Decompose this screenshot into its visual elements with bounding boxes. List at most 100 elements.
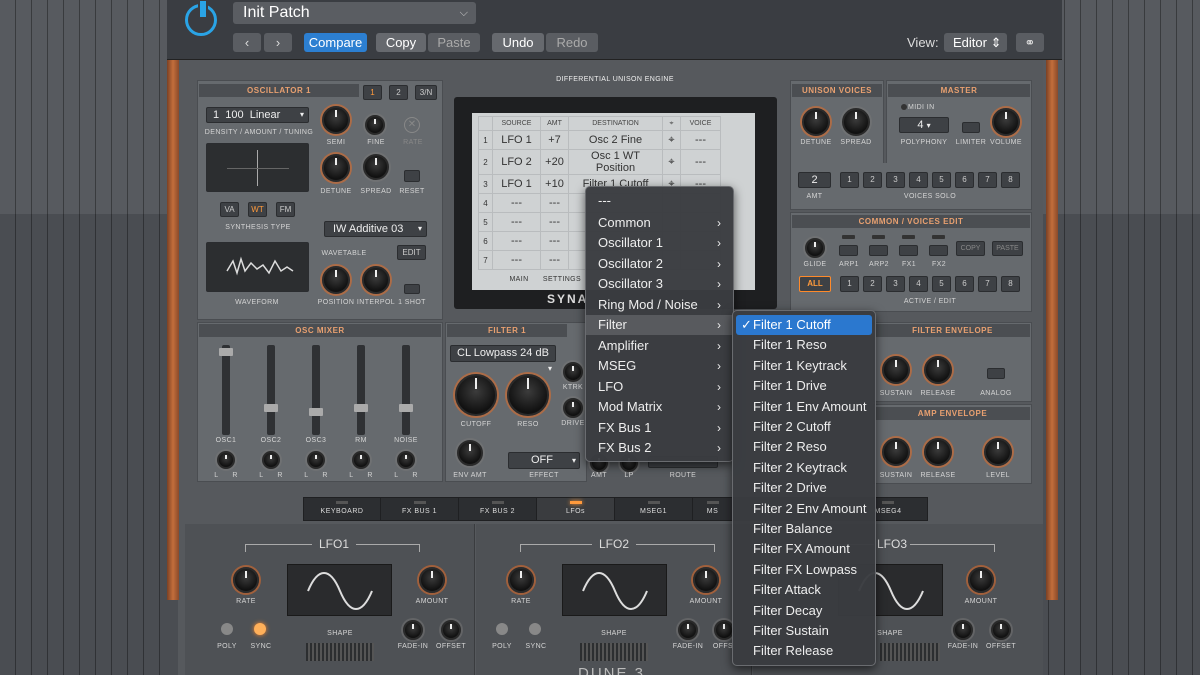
density-amount-tuning-field[interactable]: 1 100 Linear ▾: [206, 107, 309, 123]
menu-item-fx-bus-2[interactable]: FX Bus 2 ›: [586, 438, 733, 458]
edit-button[interactable]: EDIT: [397, 245, 426, 260]
crosshair-icon[interactable]: ⌖: [662, 130, 681, 150]
submenu-item-filter-attack[interactable]: Filter Attack: [733, 580, 875, 600]
voice-edit-button-6[interactable]: 6: [955, 276, 974, 292]
voice-solo-button-5[interactable]: 5: [932, 172, 951, 188]
lfo2-offset-knob[interactable]: [714, 620, 734, 640]
position-knob[interactable]: [322, 266, 350, 294]
osc-mode-2-button[interactable]: 2: [389, 85, 408, 100]
submenu-item-filter-release[interactable]: Filter Release: [733, 641, 875, 661]
fader-osc2[interactable]: [264, 345, 278, 435]
voice-solo-button-6[interactable]: 6: [955, 172, 974, 188]
voice-solo-button-4[interactable]: 4: [909, 172, 928, 188]
osc-mode-3n-button[interactable]: 3/N: [415, 85, 437, 100]
lfo1-amount-knob[interactable]: [419, 567, 445, 593]
matrix-source[interactable]: LFO 1: [492, 130, 541, 150]
voice-edit-button-7[interactable]: 7: [978, 276, 997, 292]
unison-spread-knob[interactable]: [842, 108, 870, 136]
arp1-button[interactable]: [839, 245, 858, 256]
copy-button[interactable]: Copy: [376, 33, 426, 52]
pan-knob-rm[interactable]: [352, 451, 370, 469]
redo-button[interactable]: Redo: [546, 33, 598, 52]
polyphony-field[interactable]: 4 ▾: [899, 117, 949, 133]
tab-fx-bus-2[interactable]: FX BUS 2: [459, 498, 537, 520]
submenu-item-filter-balance[interactable]: Filter Balance: [733, 519, 875, 539]
matrix-amount[interactable]: ---: [540, 212, 569, 232]
fader-osc3[interactable]: [309, 345, 323, 435]
glide-knob[interactable]: [805, 238, 825, 258]
synth-type-fm-button[interactable]: FM: [276, 202, 295, 217]
lfo1-rate-knob[interactable]: [233, 567, 259, 593]
spread-knob[interactable]: [363, 154, 389, 180]
matrix-voice[interactable]: ---: [680, 130, 721, 150]
voice-solo-button-2[interactable]: 2: [863, 172, 882, 188]
lfo3-fade-in-knob[interactable]: [953, 620, 973, 640]
drive-knob[interactable]: [563, 398, 583, 418]
lfo3-amount-knob[interactable]: [968, 567, 994, 593]
lfo3-offset-knob[interactable]: [991, 620, 1011, 640]
matrix-amount[interactable]: ---: [540, 231, 569, 251]
amp-release-knob[interactable]: [924, 438, 952, 466]
lfo2-fade-in-knob[interactable]: [678, 620, 698, 640]
tab-fx-bus-1[interactable]: FX BUS 1: [381, 498, 459, 520]
menu-item-oscillator-1[interactable]: Oscillator 1 ›: [586, 233, 733, 253]
fx1-button[interactable]: [899, 245, 918, 256]
lfo2-amount-knob[interactable]: [693, 567, 719, 593]
unison-detune-knob[interactable]: [802, 108, 830, 136]
voice-edit-button-1[interactable]: 1: [840, 276, 859, 292]
voice-edit-button-4[interactable]: 4: [909, 276, 928, 292]
paste-button[interactable]: Paste: [428, 33, 480, 52]
submenu-item-filter-1-env-amount[interactable]: Filter 1 Env Amount: [733, 397, 875, 417]
matrix-destination[interactable]: Osc 1 WT Position: [568, 149, 663, 175]
matrix-amount[interactable]: ---: [540, 193, 569, 213]
matrix-source[interactable]: ---: [492, 250, 541, 270]
tab-settings[interactable]: SETTINGS: [540, 276, 584, 283]
lfo1-shape-slider[interactable]: [306, 643, 374, 661]
table-row[interactable]: 2 LFO 2 +20 Osc 1 WT Position ⌖ ---: [478, 149, 721, 175]
menu-item-fx-bus-1[interactable]: FX Bus 1 ›: [586, 418, 733, 438]
cutoff-knob[interactable]: [455, 374, 497, 416]
menu-item-oscillator-3[interactable]: Oscillator 3 ›: [586, 274, 733, 294]
matrix-voice[interactable]: ---: [680, 149, 721, 175]
pan-knob-noise[interactable]: [397, 451, 415, 469]
table-row[interactable]: 1 LFO 1 +7 Osc 2 Fine ⌖ ---: [478, 130, 721, 150]
submenu-item-filter-1-reso[interactable]: Filter 1 Reso: [733, 335, 875, 355]
interpol-knob[interactable]: [362, 266, 390, 294]
compare-button[interactable]: Compare: [304, 33, 367, 52]
voice-edit-button-8[interactable]: 8: [1001, 276, 1020, 292]
voice-solo-button-3[interactable]: 3: [886, 172, 905, 188]
fader-cap[interactable]: [309, 408, 323, 416]
effect-select[interactable]: OFF ▾: [508, 452, 580, 469]
lfo2-sync-button[interactable]: [529, 623, 541, 635]
submenu-item-filter-2-env-amount[interactable]: Filter 2 Env Amount: [733, 499, 875, 519]
volume-knob[interactable]: [992, 108, 1020, 136]
menu-item-none[interactable]: ---: [586, 191, 733, 211]
tab-lfos[interactable]: LFOs: [537, 498, 615, 520]
unison-amt-field[interactable]: 2: [798, 172, 831, 188]
detune-knob[interactable]: [322, 154, 350, 182]
voices-copy-button[interactable]: COPY: [956, 241, 985, 256]
fader-cap[interactable]: [264, 404, 278, 412]
fader-rm[interactable]: [354, 345, 368, 435]
matrix-amount[interactable]: ---: [540, 250, 569, 270]
voice-solo-button-8[interactable]: 8: [1001, 172, 1020, 188]
menu-item-common[interactable]: Common ›: [586, 213, 733, 233]
limiter-button[interactable]: [962, 122, 980, 133]
synth-type-wt-button[interactable]: WT: [248, 202, 267, 217]
reso-knob[interactable]: [507, 374, 549, 416]
submenu-item-filter-sustain[interactable]: Filter Sustain: [733, 621, 875, 641]
all-voices-button[interactable]: ALL: [799, 276, 831, 292]
lfo2-rate-knob[interactable]: [508, 567, 534, 593]
voice-edit-button-2[interactable]: 2: [863, 276, 882, 292]
ktrk-knob[interactable]: [563, 362, 583, 382]
filter-release-knob[interactable]: [924, 356, 952, 384]
fader-osc1[interactable]: [219, 345, 233, 435]
semi-knob[interactable]: [322, 106, 350, 134]
tab-main[interactable]: MAIN: [500, 276, 538, 283]
menu-item-lfo[interactable]: LFO ›: [586, 377, 733, 397]
submenu-item-filter-1-cutoff[interactable]: ✓ Filter 1 Cutoff: [736, 315, 872, 335]
menu-item-mseg[interactable]: MSEG ›: [586, 356, 733, 376]
lfo1-fade-in-knob[interactable]: [403, 620, 423, 640]
matrix-amount[interactable]: +20: [540, 149, 569, 175]
submenu-item-filter-2-drive[interactable]: Filter 2 Drive: [733, 478, 875, 498]
